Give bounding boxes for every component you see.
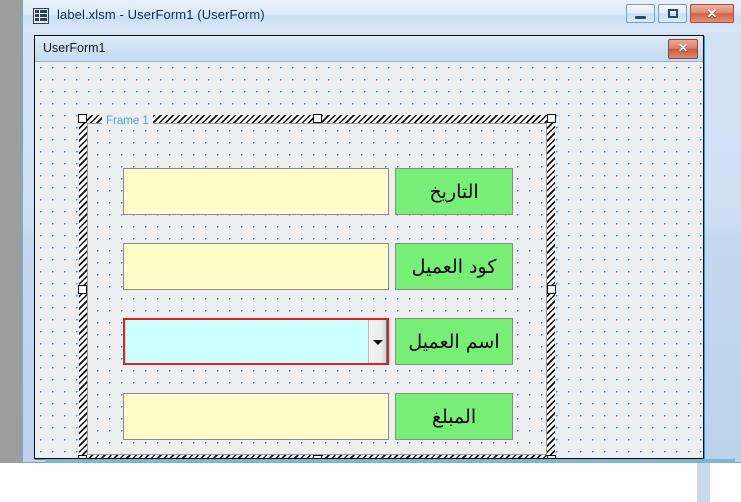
userform-canvas[interactable]: Frame 1 التاريخ كود العميل اسم العميل ال… <box>35 62 703 458</box>
restore-icon <box>668 9 678 18</box>
window-title: label.xlsm - UserForm1 (UserForm) <box>57 7 265 22</box>
chevron-down-icon <box>372 339 383 345</box>
resize-handle-bottom-right[interactable] <box>547 455 556 458</box>
combobox-dropdown-button[interactable] <box>368 320 387 363</box>
vbe-designer-screen: label.xlsm - UserForm1 (UserForm) ✕ User… <box>0 0 741 502</box>
vbe-left-dock-gutter <box>0 0 22 463</box>
minimize-icon <box>635 16 646 19</box>
vbe-bottom-area <box>22 463 741 502</box>
resize-handle-middle-left[interactable] <box>78 285 87 294</box>
userform-close-button[interactable]: ✕ <box>668 39 698 59</box>
vbe-left-dock-gutter-lower <box>0 463 22 502</box>
userform-document-icon <box>33 8 49 24</box>
combobox-customer-name[interactable] <box>123 318 389 365</box>
vbe-bottom-blue-strip <box>697 463 710 502</box>
textbox-customer-code[interactable] <box>123 243 389 290</box>
resize-handle-top-left[interactable] <box>78 114 87 123</box>
userform-design-surface[interactable]: UserForm1 ✕ Frame 1 التاريخ كود العميل ا… <box>34 35 704 459</box>
resize-handle-middle-right[interactable] <box>547 285 556 294</box>
resize-handle-bottom-center[interactable] <box>313 455 322 458</box>
mdi-child-window: label.xlsm - UserForm1 (UserForm) ✕ User… <box>22 0 741 463</box>
close-icon: ✕ <box>677 41 689 55</box>
userform-title: UserForm1 <box>43 41 106 55</box>
label-date: التاريخ <box>395 168 513 215</box>
frame-control-selected[interactable]: Frame 1 التاريخ كود العميل اسم العميل ال… <box>78 114 556 458</box>
label-customer-code: كود العميل <box>395 243 513 290</box>
resize-handle-top-right[interactable] <box>547 114 556 123</box>
window-controls: ✕ <box>626 4 734 23</box>
label-customer-name: اسم العميل <box>395 318 513 365</box>
resize-handle-bottom-left[interactable] <box>78 455 87 458</box>
frame-caption: Frame 1 <box>102 115 153 127</box>
frame-border-top <box>88 123 546 124</box>
label-amount: المبلغ <box>395 393 513 440</box>
close-icon: ✕ <box>706 6 718 21</box>
textbox-amount[interactable] <box>123 393 389 440</box>
frame-inner-area[interactable]: Frame 1 التاريخ كود العميل اسم العميل ال… <box>87 115 547 455</box>
minimize-button[interactable] <box>626 4 655 23</box>
maximize-restore-button[interactable] <box>658 4 687 23</box>
resize-handle-top-center[interactable] <box>313 114 322 123</box>
textbox-date[interactable] <box>123 168 389 215</box>
close-button[interactable]: ✕ <box>690 4 734 23</box>
mdi-titlebar[interactable]: label.xlsm - UserForm1 (UserForm) ✕ <box>23 0 741 32</box>
userform-titlebar[interactable]: UserForm1 ✕ <box>35 36 703 62</box>
